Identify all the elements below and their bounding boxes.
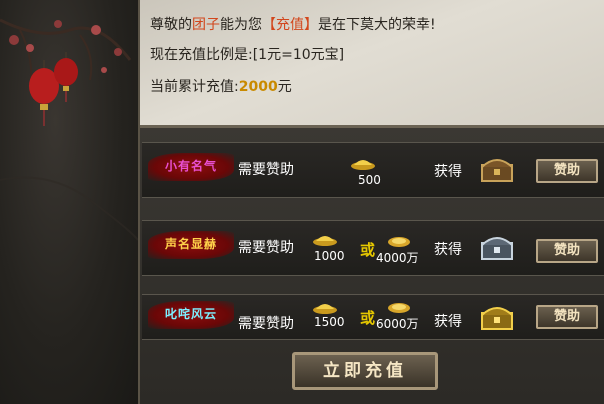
total-label: 当前累计充值: bbox=[150, 79, 239, 95]
gold-amount: 4000万 bbox=[376, 251, 419, 265]
tier-title-ribbon: 叱咤风云 bbox=[148, 301, 234, 329]
recharge-now-button[interactable]: 立即充值 bbox=[292, 352, 438, 390]
need-label: 需要赞助 bbox=[238, 162, 294, 178]
yuanbao-amount: 1500 bbox=[314, 315, 345, 329]
gold-ingot-icon bbox=[313, 304, 337, 314]
tier-title: 小有名气 bbox=[164, 159, 217, 173]
tier-row-3: 叱咤风云 需要赞助 1500 或 6000万 获得 赞助 bbox=[142, 294, 604, 340]
need-label: 需要赞助 bbox=[238, 240, 294, 256]
bronze-chest-icon bbox=[481, 159, 513, 182]
gold-coin-icon bbox=[388, 303, 410, 313]
total-line: 当前累计充值:2000元 bbox=[150, 76, 292, 96]
greeting-suffix: 是在下莫大的荣幸! bbox=[318, 17, 436, 33]
tier-title-ribbon: 声名显赫 bbox=[148, 231, 234, 259]
or-label: 或 bbox=[360, 309, 376, 327]
tier-row-2: 声名显赫 需要赞助 1000 或 4000万 获得 赞助 bbox=[142, 220, 604, 276]
gold-ingot-icon bbox=[313, 236, 337, 246]
greeting-prefix: 尊敬的 bbox=[150, 17, 192, 33]
gold-chest-icon bbox=[481, 307, 513, 330]
info-paper: 尊敬的团子能为您【充值】是在下莫大的荣幸! 现在充值比例是:[1元=10元宝] … bbox=[140, 0, 604, 128]
sponsor-button[interactable]: 赞助 bbox=[536, 305, 598, 329]
get-label: 获得 bbox=[434, 164, 462, 180]
greeting-mid: 能为您 bbox=[220, 17, 262, 33]
get-label: 获得 bbox=[434, 314, 462, 330]
get-label: 获得 bbox=[434, 242, 462, 258]
yuanbao-amount: 500 bbox=[358, 173, 381, 187]
decorative-side-panel bbox=[0, 0, 140, 404]
total-unit: 元 bbox=[277, 79, 292, 95]
ratio-line: 现在充值比例是:[1元=10元宝] bbox=[150, 47, 345, 63]
tier-title: 叱咤风云 bbox=[164, 307, 217, 321]
tier-title: 声名显赫 bbox=[164, 237, 217, 251]
gold-coin-icon bbox=[388, 237, 410, 247]
greeting-line: 尊敬的团子能为您【充值】是在下莫大的荣幸! bbox=[150, 14, 436, 34]
sponsor-button[interactable]: 赞助 bbox=[536, 239, 598, 263]
silver-chest-icon bbox=[481, 237, 513, 260]
plum-branch-icon bbox=[0, 18, 138, 241]
total-amount: 2000 bbox=[238, 79, 278, 95]
tier-row-1: 小有名气 需要赞助 500 获得 赞助 bbox=[142, 142, 604, 198]
gold-amount: 6000万 bbox=[376, 317, 419, 331]
yuanbao-amount: 1000 bbox=[314, 249, 345, 263]
gold-ingot-icon bbox=[351, 160, 375, 170]
sponsor-button[interactable]: 赞助 bbox=[536, 159, 598, 183]
tier-title-ribbon: 小有名气 bbox=[148, 153, 234, 181]
recharge-panel: 尊敬的团子能为您【充值】是在下莫大的荣幸! 现在充值比例是:[1元=10元宝] … bbox=[0, 0, 604, 404]
need-label: 需要赞助 bbox=[238, 316, 294, 332]
or-label: 或 bbox=[360, 241, 376, 259]
recharge-tag: 【充值】 bbox=[262, 17, 318, 33]
player-name: 团子 bbox=[192, 17, 220, 33]
